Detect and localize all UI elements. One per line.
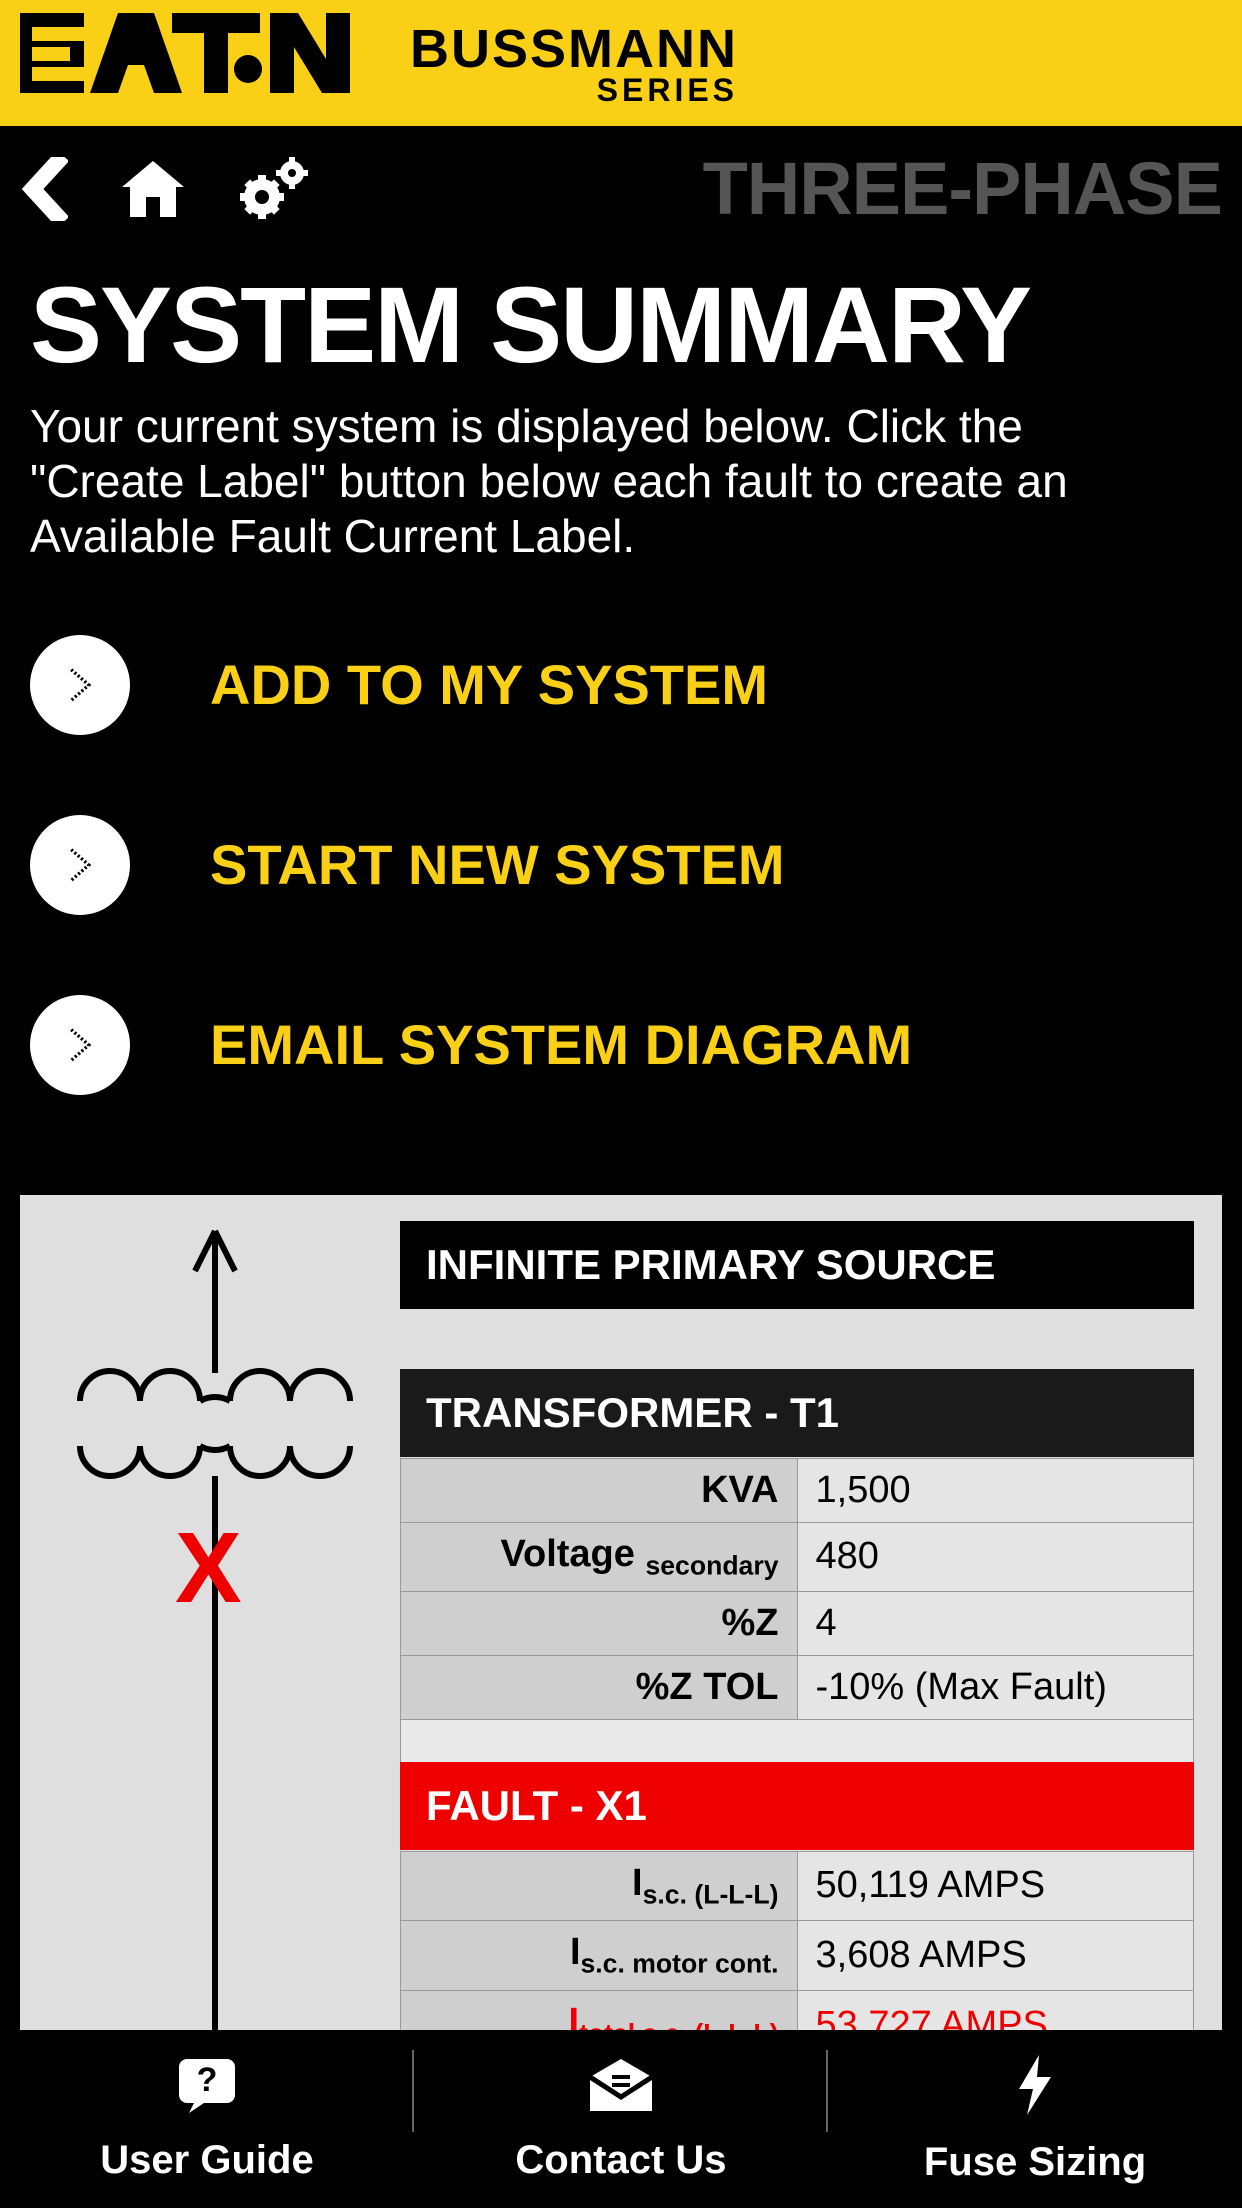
bussmann-text: BUSSMANN <box>410 18 738 80</box>
eaton-logo <box>20 3 350 124</box>
pz-value: 4 <box>797 1592 1194 1656</box>
iscm-value: 3,608 AMPS <box>797 1921 1194 1991</box>
svg-text:?: ? <box>197 2061 218 2099</box>
kva-value: 1,500 <box>797 1458 1194 1522</box>
bolt-icon <box>1011 2053 1059 2122</box>
isc-value: 50,119 AMPS <box>797 1851 1194 1921</box>
table-row: KVA 1,500 <box>401 1458 1194 1522</box>
add-to-system-label: ADD TO MY SYSTEM <box>210 652 768 717</box>
isc-label: Is.c. (L-L-L) <box>401 1851 798 1921</box>
table-row: Is.c. motor cont. 3,608 AMPS <box>401 1921 1194 1991</box>
toolbar: THREE-PHASE <box>0 126 1242 251</box>
tab-fuse-sizing-label: Fuse Sizing <box>924 2140 1146 2185</box>
pz-label: %Z <box>401 1592 798 1656</box>
tab-contact-us[interactable]: Contact Us <box>414 2030 828 2208</box>
header-bar: BUSSMANN SERIES <box>0 0 1242 126</box>
bottom-tab-bar: ? User Guide Contact Us Fuse Sizing <box>0 2030 1242 2208</box>
home-icon[interactable] <box>118 157 188 221</box>
chevron-right-icon <box>30 815 130 915</box>
email-diagram-label: EMAIL SYSTEM DIAGRAM <box>210 1012 912 1077</box>
system-diagram-panel: X INFINITE PRIMARY SOURCE TRANSFORMER - … <box>20 1195 1222 2126</box>
back-icon[interactable] <box>20 157 68 221</box>
kva-label: KVA <box>401 1458 798 1522</box>
fault-x-marker: X <box>175 1511 242 1626</box>
tab-contact-us-label: Contact Us <box>515 2138 726 2183</box>
pztol-value: -10% (Max Fault) <box>797 1656 1194 1720</box>
page-title: SYSTEM SUMMARY <box>30 271 1212 379</box>
page-description: Your current system is displayed below. … <box>30 399 1130 565</box>
mail-icon <box>582 2055 660 2120</box>
pztol-label: %Z TOL <box>401 1656 798 1720</box>
vsec-label: Voltage secondary <box>401 1522 798 1592</box>
help-icon: ? <box>171 2055 243 2120</box>
diagram-schematic: X <box>40 1221 390 2126</box>
tab-fuse-sizing[interactable]: Fuse Sizing <box>828 2030 1242 2208</box>
chevron-right-icon <box>30 995 130 1095</box>
transformer-header: TRANSFORMER - T1 <box>400 1369 1194 1457</box>
start-new-system-label: START NEW SYSTEM <box>210 832 785 897</box>
iscm-label: Is.c. motor cont. <box>401 1921 798 1991</box>
fault-header: FAULT - X1 <box>400 1762 1194 1850</box>
start-new-system-button[interactable]: START NEW SYSTEM <box>30 815 1212 915</box>
chevron-right-icon <box>30 635 130 735</box>
table-spacer <box>401 1720 1194 1762</box>
phase-label: THREE-PHASE <box>703 146 1222 231</box>
diagram-data: INFINITE PRIMARY SOURCE TRANSFORMER - T1… <box>400 1221 1194 2126</box>
vsec-value: 480 <box>797 1522 1194 1592</box>
tab-user-guide-label: User Guide <box>100 2138 313 2183</box>
table-row: %Z 4 <box>401 1592 1194 1656</box>
table-row: Is.c. (L-L-L) 50,119 AMPS <box>401 1851 1194 1921</box>
main-content: SYSTEM SUMMARY Your current system is di… <box>0 251 1242 1195</box>
table-row: Voltage secondary 480 <box>401 1522 1194 1592</box>
series-text: SERIES <box>597 72 738 109</box>
transformer-table: KVA 1,500 Voltage secondary 480 %Z 4 %Z … <box>400 1458 1194 1762</box>
email-diagram-button[interactable]: EMAIL SYSTEM DIAGRAM <box>30 995 1212 1095</box>
bussmann-series-logo: BUSSMANN SERIES <box>410 18 738 109</box>
source-header: INFINITE PRIMARY SOURCE <box>400 1221 1194 1309</box>
gears-icon[interactable] <box>238 157 314 221</box>
table-row: %Z TOL -10% (Max Fault) <box>401 1656 1194 1720</box>
add-to-system-button[interactable]: ADD TO MY SYSTEM <box>30 635 1212 735</box>
tab-user-guide[interactable]: ? User Guide <box>0 2030 414 2208</box>
